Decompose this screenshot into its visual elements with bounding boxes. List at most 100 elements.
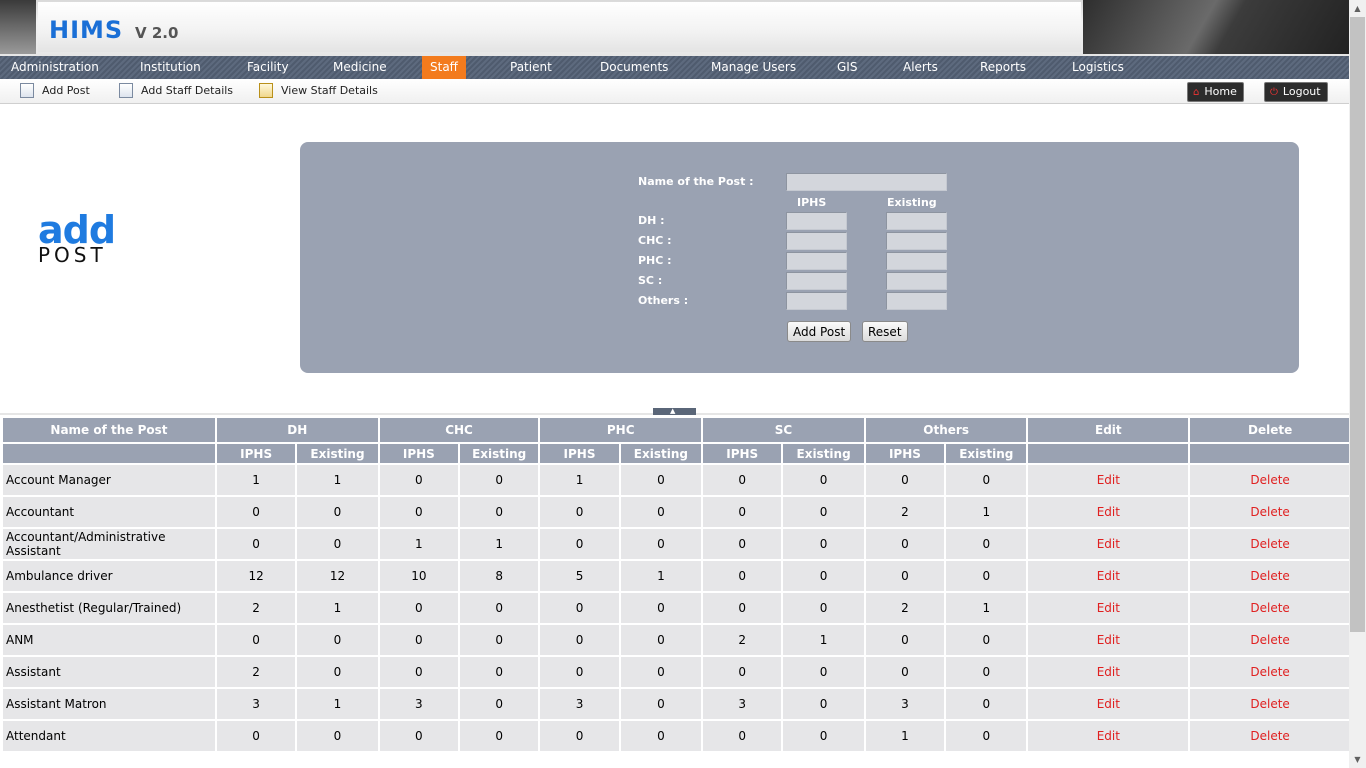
table-subheader-row: IPHS Existing IPHS Existing IPHS Existin… [3, 444, 1349, 463]
subheader-edit-blank [1028, 444, 1189, 463]
edit-link[interactable]: Edit [1028, 625, 1189, 655]
value-cell: 1 [297, 689, 378, 719]
dh-existing-input[interactable] [886, 212, 947, 230]
delete-link[interactable]: Delete [1190, 657, 1349, 687]
nav-patient[interactable]: Patient [510, 56, 552, 79]
delete-link[interactable]: Delete [1190, 561, 1349, 591]
subheader-sc-existing: Existing [783, 444, 864, 463]
table-row: Accountant/Administrative Assistant 0 0 1 1 0… [3, 529, 1349, 559]
value-cell: 1 [620, 561, 702, 591]
edit-link[interactable]: Edit [1028, 465, 1189, 495]
nav-alerts[interactable]: Alerts [903, 56, 938, 79]
value-cell: 2 [216, 657, 296, 687]
value-cell: 0 [620, 625, 702, 655]
value-cell: 0 [297, 625, 378, 655]
nav-staff[interactable]: Staff [422, 56, 466, 79]
value-cell: 12 [216, 561, 296, 591]
delete-link[interactable]: Delete [1190, 593, 1349, 623]
chevron-up-icon: ▲ [670, 407, 676, 415]
delete-link[interactable]: Delete [1190, 465, 1349, 495]
sc-iphs-input[interactable] [786, 272, 847, 290]
scroll-down-icon[interactable]: ▼ [1349, 751, 1366, 768]
post-name-cell: Assistant [3, 657, 215, 687]
edit-link[interactable]: Edit [1028, 689, 1189, 719]
nav-documents[interactable]: Documents [600, 56, 668, 79]
add-post-button[interactable]: Add Post [787, 321, 852, 342]
phc-existing-input[interactable] [886, 252, 947, 270]
edit-link[interactable]: Edit [1028, 561, 1189, 591]
value-cell: 1 [783, 625, 864, 655]
delete-link[interactable]: Delete [1190, 497, 1349, 527]
table-row: Assistant Matron 3 1 3 0 3 0 3 0 3 0 Edit Delete [3, 689, 1349, 719]
table-row: Assistant 2 0 0 0 0 0 0 0 0 0 Edit Delete [3, 657, 1349, 687]
delete-link[interactable]: Delete [1190, 721, 1349, 751]
value-cell: 0 [865, 561, 945, 591]
subnav-add-staff-details[interactable]: Add Staff Details [119, 82, 233, 99]
nav-institution[interactable]: Institution [140, 56, 201, 79]
value-cell: 0 [379, 721, 459, 751]
logout-button[interactable]: ⏻ Logout [1264, 82, 1328, 102]
dh-iphs-input[interactable] [786, 212, 847, 230]
post-name-cell: Anesthetist (Regular/Trained) [3, 593, 215, 623]
nav-administration[interactable]: Administration [11, 56, 99, 79]
edit-link[interactable]: Edit [1028, 593, 1189, 623]
post-name-input[interactable] [786, 173, 947, 191]
scrollbar-thumb[interactable] [1350, 17, 1365, 632]
table-header-row: Name of the Post DH CHC PHC SC Others Ed… [3, 418, 1349, 442]
chc-existing-input[interactable] [886, 232, 947, 250]
app-logo: HIMS [49, 16, 124, 44]
value-cell: 0 [703, 593, 782, 623]
value-cell: 0 [379, 465, 459, 495]
subheader-chc-existing: Existing [460, 444, 539, 463]
header-delete: Delete [1190, 418, 1349, 442]
value-cell: 1 [460, 529, 539, 559]
value-cell: 0 [946, 689, 1027, 719]
subnav-view-staff-details-label: View Staff Details [281, 84, 378, 97]
reset-button[interactable]: Reset [862, 321, 908, 342]
value-cell: 0 [703, 721, 782, 751]
chc-iphs-input[interactable] [786, 232, 847, 250]
subheader-dh-existing: Existing [297, 444, 378, 463]
subheader-phc-iphs: IPHS [540, 444, 619, 463]
home-button[interactable]: ⌂ Home [1187, 82, 1244, 102]
subheader-dh-iphs: IPHS [216, 444, 296, 463]
value-cell: 0 [703, 657, 782, 687]
nav-facility[interactable]: Facility [247, 56, 289, 79]
post-name-cell: Account Manager [3, 465, 215, 495]
subnav-view-staff-details[interactable]: View Staff Details [259, 82, 378, 99]
nav-logistics[interactable]: Logistics [1072, 56, 1124, 79]
value-cell: 0 [540, 497, 619, 527]
edit-link[interactable]: Edit [1028, 657, 1189, 687]
value-cell: 0 [460, 721, 539, 751]
value-cell: 5 [540, 561, 619, 591]
others-existing-input[interactable] [886, 292, 947, 310]
scroll-up-icon[interactable]: ▲ [1349, 0, 1366, 17]
delete-link[interactable]: Delete [1190, 689, 1349, 719]
post-name-cell: ANM [3, 625, 215, 655]
posts-table: Name of the Post DH CHC PHC SC Others Ed… [1, 416, 1349, 753]
nav-gis[interactable]: GIS [837, 56, 857, 79]
nav-reports[interactable]: Reports [980, 56, 1026, 79]
post-name-cell: Assistant Matron [3, 689, 215, 719]
nav-manage-users[interactable]: Manage Users [711, 56, 796, 79]
edit-link[interactable]: Edit [1028, 721, 1189, 751]
subheader-blank [3, 444, 215, 463]
posts-table-container: Name of the Post DH CHC PHC SC Others Ed… [0, 416, 1349, 768]
delete-link[interactable]: Delete [1190, 625, 1349, 655]
header-banner [38, 2, 1081, 52]
value-cell: 0 [946, 529, 1027, 559]
nav-medicine[interactable]: Medicine [333, 56, 387, 79]
collapse-toggle[interactable]: ▲ [653, 408, 696, 415]
post-name-cell: Accountant [3, 497, 215, 527]
edit-link[interactable]: Edit [1028, 497, 1189, 527]
sc-existing-input[interactable] [886, 272, 947, 290]
others-iphs-input[interactable] [786, 292, 847, 310]
subheader-delete-blank [1190, 444, 1349, 463]
value-cell: 0 [865, 529, 945, 559]
subnav-add-post[interactable]: Add Post [20, 82, 90, 99]
page-scrollbar[interactable]: ▲ ▼ [1349, 0, 1366, 768]
edit-link[interactable]: Edit [1028, 529, 1189, 559]
phc-iphs-input[interactable] [786, 252, 847, 270]
value-cell: 0 [946, 465, 1027, 495]
delete-link[interactable]: Delete [1190, 529, 1349, 559]
